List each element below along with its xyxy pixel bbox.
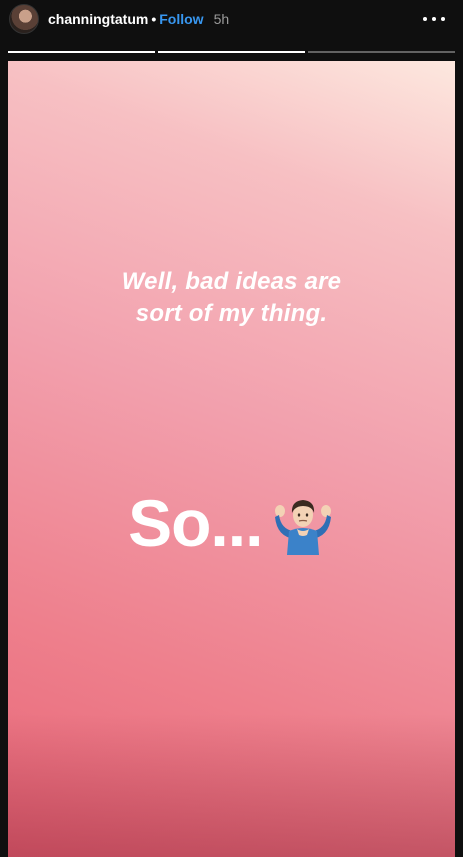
story-content[interactable]: Well, bad ideas are sort of my thing. So… <box>8 61 455 857</box>
dot <box>423 17 427 21</box>
story-progress-bar <box>8 51 455 53</box>
big-text: So... <box>128 486 263 560</box>
caption-line: Well, bad ideas are <box>121 268 342 295</box>
caption-line: sort of my thing. <box>135 300 328 327</box>
follow-button[interactable]: Follow <box>159 11 203 27</box>
avatar[interactable] <box>9 4 39 34</box>
progress-segment <box>158 51 305 53</box>
story-viewer: channingtatum • Follow 5h Well, bad ideas a… <box>0 0 463 857</box>
dot <box>432 17 436 21</box>
separator-dot: • <box>151 11 157 27</box>
story-caption: Well, bad ideas are sort of my thing. <box>8 266 455 330</box>
user-line: channingtatum • Follow 5h <box>48 11 229 28</box>
timestamp: 5h <box>213 11 230 27</box>
dot <box>441 17 445 21</box>
progress-fill <box>8 51 155 53</box>
progress-fill <box>158 51 305 53</box>
progress-segment <box>8 51 155 53</box>
progress-segment <box>308 51 455 53</box>
person-shrugging-emoji-icon <box>274 500 331 555</box>
story-header: channingtatum • Follow 5h <box>0 0 463 42</box>
more-options-icon[interactable] <box>423 14 445 24</box>
username-link[interactable]: channingtatum <box>48 11 148 27</box>
big-text-row: So... <box>8 486 455 560</box>
